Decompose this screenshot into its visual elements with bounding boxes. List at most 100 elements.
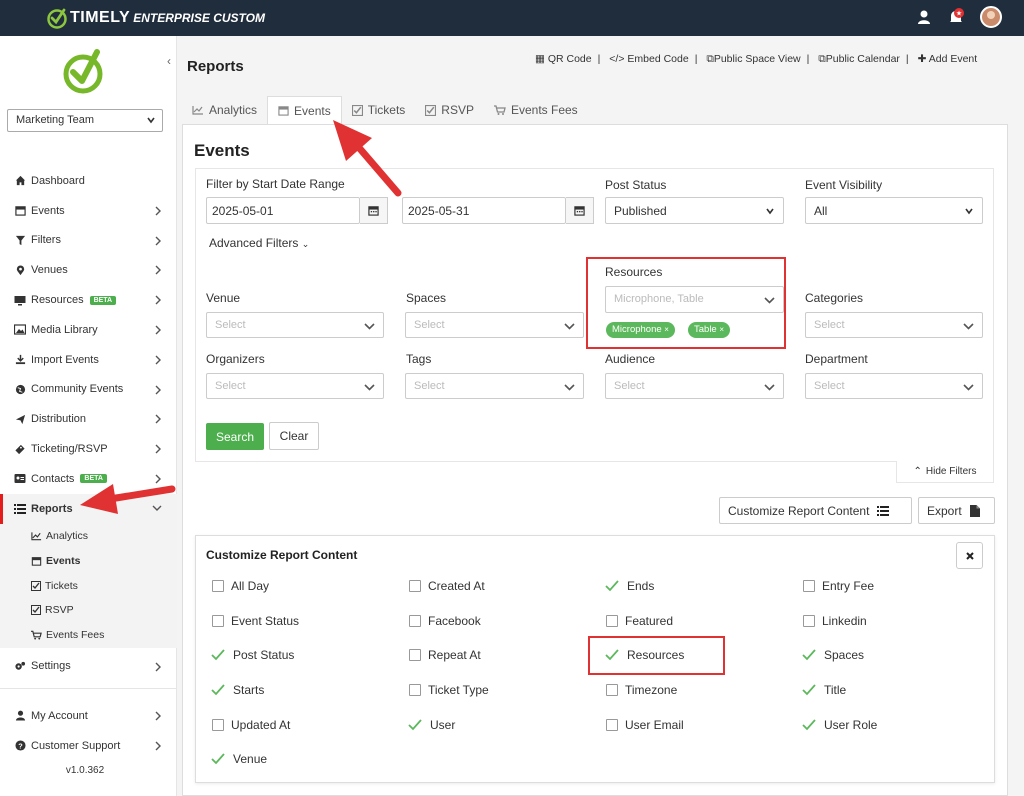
option-starts[interactable]: Starts xyxy=(209,683,264,697)
tab-rsvp[interactable]: RSVP xyxy=(415,96,484,124)
embed-code-link[interactable]: </> Embed Code xyxy=(609,53,688,65)
option-title[interactable]: Title xyxy=(800,683,846,697)
sidebar-item-label: Import Events xyxy=(31,353,99,366)
option-user-role[interactable]: User Role xyxy=(800,718,877,732)
public-calendar-link[interactable]: ⧉Public Calendar xyxy=(818,53,900,65)
sidebar-subitem-events[interactable]: Events xyxy=(0,548,177,574)
sidebar-item-label: Distribution xyxy=(31,413,87,426)
sidebar-item-resources[interactable]: Resources BETA xyxy=(0,285,177,315)
option-post-status[interactable]: Post Status xyxy=(209,648,294,662)
tab-events[interactable]: Events xyxy=(267,96,342,124)
sidebar-subitem-label: Events Fees xyxy=(46,629,105,642)
customize-report-content-button[interactable]: Customize Report Content xyxy=(719,497,912,524)
option-venue[interactable]: Venue xyxy=(209,752,267,766)
event-visibility-select[interactable]: All xyxy=(805,197,983,224)
export-button[interactable]: Export xyxy=(918,497,995,524)
organizers-select-placeholder: Select xyxy=(215,380,246,392)
clear-button[interactable]: Clear xyxy=(269,422,319,450)
option-entry-fee[interactable]: Entry Fee xyxy=(800,579,874,593)
sidebar-item-events[interactable]: Events xyxy=(0,196,177,226)
user-avatar[interactable] xyxy=(980,6,1002,28)
chevron-up-icon: ⌃ xyxy=(913,466,922,477)
end-date-calendar-button[interactable] xyxy=(566,197,594,224)
sidebar-item-label: Settings xyxy=(31,660,71,673)
option-repeat-at[interactable]: Repeat At xyxy=(406,648,481,662)
customize-report-content-title: Customize Report Content xyxy=(206,548,358,562)
option-all-day[interactable]: All Day xyxy=(209,579,269,593)
close-icon xyxy=(965,551,974,560)
end-date-input[interactable]: 2025-05-31 xyxy=(402,197,566,224)
sidebar-item-ticketing-rsvp[interactable]: Ticketing/RSVP xyxy=(0,434,177,464)
spaces-select[interactable]: Select xyxy=(405,312,584,338)
notification-bell-icon[interactable]: ★ xyxy=(946,7,966,27)
option-featured[interactable]: Featured xyxy=(603,614,673,628)
advanced-filters-label: Advanced Filters xyxy=(209,236,299,250)
sidebar-subitem-label: Events xyxy=(46,554,81,567)
option-ends[interactable]: Ends xyxy=(603,579,654,593)
public-space-view-link[interactable]: ⧉Public Space View xyxy=(706,53,800,65)
sidebar-subitem-analytics[interactable]: Analytics xyxy=(0,523,177,549)
advanced-filters-toggle[interactable]: Advanced Filters ⌄ xyxy=(209,236,309,250)
chevron-right-icon xyxy=(155,741,161,751)
department-select[interactable]: Select xyxy=(805,373,983,399)
qr-code-link[interactable]: ▦ QR Code xyxy=(535,53,592,65)
venue-select[interactable]: Select xyxy=(206,312,384,338)
monitor-icon xyxy=(14,295,26,306)
option-timezone[interactable]: Timezone xyxy=(603,683,677,697)
audience-select-placeholder: Select xyxy=(614,380,645,392)
option-facebook[interactable]: Facebook xyxy=(406,614,481,628)
option-user[interactable]: User xyxy=(406,718,455,732)
option-created-at[interactable]: Created At xyxy=(406,579,485,593)
chevron-right-icon xyxy=(155,662,161,672)
close-button[interactable] xyxy=(956,542,983,569)
brand-logo[interactable]: TIMELY ENTERPRISE CUSTOM xyxy=(46,7,265,29)
start-date-input[interactable]: 2025-05-01 xyxy=(206,197,360,224)
sidebar-item-reports[interactable]: Reports xyxy=(0,493,177,524)
option-label: Spaces xyxy=(824,648,865,662)
sidebar-subitem-tickets[interactable]: Tickets xyxy=(0,573,177,598)
sidebar-item-my-account[interactable]: My Account xyxy=(0,701,177,731)
sidebar-item-label: Filters xyxy=(31,234,61,247)
sidebar-item-contacts[interactable]: Contacts BETA xyxy=(0,464,177,494)
tab-tickets[interactable]: Tickets xyxy=(342,96,416,124)
option-linkedin[interactable]: Linkedin xyxy=(800,614,867,628)
option-ticket-type[interactable]: Ticket Type xyxy=(406,683,489,697)
option-user-email[interactable]: User Email xyxy=(603,718,684,732)
contact-card-icon xyxy=(14,474,26,484)
option-event-status[interactable]: Event Status xyxy=(209,614,299,628)
timely-main-logo-icon xyxy=(63,49,103,94)
sidebar-item-settings[interactable]: Settings xyxy=(0,652,177,682)
add-event-label: Add Event xyxy=(928,53,978,65)
team-select[interactable]: Marketing Team xyxy=(7,109,163,132)
organizers-select[interactable]: Select xyxy=(206,373,384,399)
chevron-down-icon xyxy=(764,384,775,391)
tab-analytics[interactable]: Analytics xyxy=(182,96,267,124)
tags-select[interactable]: Select xyxy=(405,373,584,399)
sidebar-item-venues[interactable]: Venues xyxy=(0,255,177,285)
add-event-link[interactable]: ✚ Add Event xyxy=(918,53,978,65)
option-spaces[interactable]: Spaces xyxy=(800,648,864,662)
sidebar-subitem-rsvp[interactable]: RSVP xyxy=(0,597,177,623)
post-status-select[interactable]: Published xyxy=(605,197,784,224)
audience-select[interactable]: Select xyxy=(605,373,784,399)
sidebar-item-import-events[interactable]: Import Events xyxy=(0,345,177,375)
chevron-right-icon xyxy=(155,206,161,216)
sidebar-item-media-library[interactable]: Media Library xyxy=(0,315,177,345)
hide-filters-button[interactable]: ⌃ Hide Filters xyxy=(896,461,994,483)
search-button[interactable]: Search xyxy=(206,423,264,450)
sidebar-item-community-events[interactable]: Community Events xyxy=(0,375,177,405)
sidebar-item-customer-support[interactable]: ? Customer Support xyxy=(0,731,177,761)
checkbox-icon xyxy=(803,615,815,627)
tab-events-fees[interactable]: Events Fees xyxy=(484,96,588,124)
sidebar-item-dashboard[interactable]: Dashboard xyxy=(0,166,177,196)
sidebar-item-filters[interactable]: Filters xyxy=(0,226,177,256)
option-label: Ticket Type xyxy=(428,683,489,697)
categories-select[interactable]: Select xyxy=(805,312,983,338)
sidebar-subitem-events-fees[interactable]: Events Fees xyxy=(0,622,177,648)
tab-label: RSVP xyxy=(441,103,474,117)
start-date-calendar-button[interactable] xyxy=(360,197,388,224)
collapse-sidebar-icon[interactable]: ‹ xyxy=(167,54,171,68)
option-updated-at[interactable]: Updated At xyxy=(209,718,290,732)
user-support-icon[interactable] xyxy=(916,9,932,25)
sidebar-item-distribution[interactable]: Distribution xyxy=(0,404,177,434)
